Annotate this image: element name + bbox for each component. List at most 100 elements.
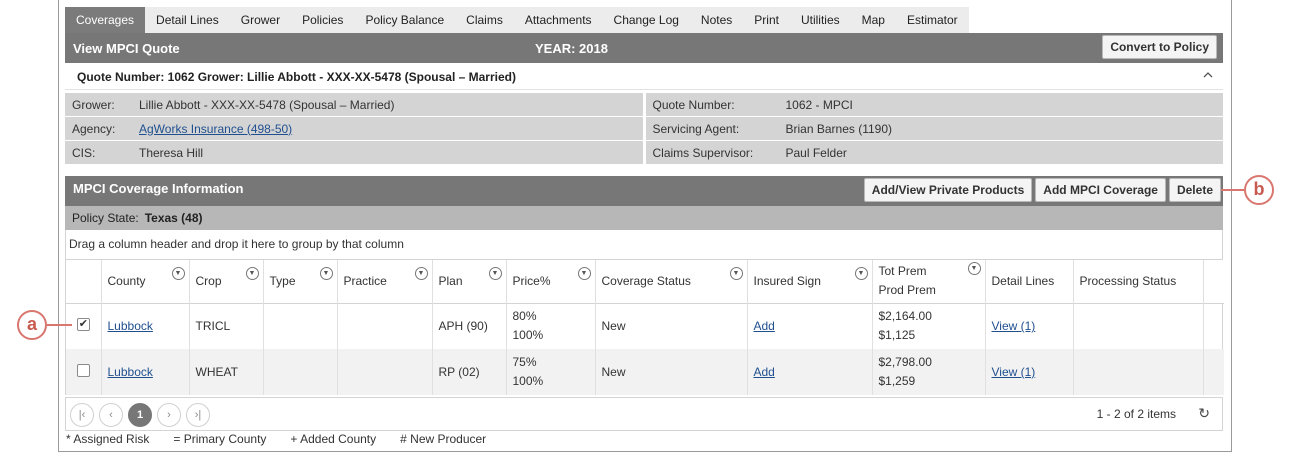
agency-field: Agency: AgWorks Insurance (498-50) — [65, 117, 643, 141]
filter-icon[interactable]: ▼ — [854, 267, 868, 281]
items-count: 1 - 2 of 2 items — [1096, 407, 1176, 421]
column-header-coverage-status[interactable]: Coverage Status ▼ — [594, 260, 747, 303]
add-view-private-products-button[interactable]: Add/View Private Products — [863, 178, 1033, 202]
tab-estimator[interactable]: Estimator — [896, 7, 969, 33]
coverage-header: MPCI Coverage Information Add/View Priva… — [65, 176, 1223, 206]
coverage-status-cell: New — [594, 349, 747, 395]
grower-value: Lillie Abbott - XXX-XX-5478 (Spousal – M… — [139, 97, 395, 112]
prev-page-icon[interactable]: ‹ — [99, 403, 123, 427]
select-column-header — [66, 260, 101, 303]
grower-label: Grower: — [72, 97, 115, 112]
year-label: YEAR: 2018 — [535, 41, 608, 56]
table-row[interactable]: Lubbock WHEAT RP (02) 75% 100% New Add $2… — [66, 349, 1224, 395]
scrollbar-gutter — [1202, 260, 1224, 303]
crop-cell: WHEAT — [188, 349, 263, 395]
column-header-insured-sign[interactable]: Insured Sign ▼ — [746, 260, 872, 303]
processing-status-cell — [1072, 349, 1203, 395]
callout-a-line — [47, 324, 72, 326]
legend: * Assigned Risk = Primary County + Added… — [66, 432, 510, 446]
policy-state-value: Texas (48) — [144, 211, 203, 225]
column-header-crop[interactable]: Crop ▼ — [188, 260, 263, 303]
callout-b: b — [1244, 175, 1274, 205]
policy-state-label: Policy State: — [72, 211, 139, 225]
price-cell: 80% 100% — [505, 303, 595, 349]
county-link[interactable]: Lubbock — [108, 319, 153, 333]
group-drop-zone[interactable]: Drag a column header and drop it here to… — [65, 230, 1223, 260]
plan-cell: RP (02) — [431, 349, 506, 395]
quote-summary-bar[interactable]: Quote Number: 1062 Grower: Lillie Abbott… — [65, 63, 1223, 90]
county-link[interactable]: Lubbock — [108, 365, 153, 379]
filter-icon[interactable]: ▼ — [245, 267, 259, 281]
filter-icon[interactable]: ▼ — [967, 262, 981, 276]
column-header-plan[interactable]: Plan ▼ — [431, 260, 506, 303]
tab-detail-lines[interactable]: Detail Lines — [145, 7, 230, 33]
tab-coverages[interactable]: Coverages — [65, 7, 146, 33]
tab-policy-balance[interactable]: Policy Balance — [354, 7, 455, 33]
column-header-premium[interactable]: Tot Prem Prod Prem ▼ — [871, 260, 985, 303]
grower-field: Grower: Lillie Abbott - XXX-XX-5478 (Spo… — [65, 93, 643, 117]
callout-b-line — [1221, 189, 1245, 191]
tab-map[interactable]: Map — [851, 7, 896, 33]
cis-label: CIS: — [72, 145, 96, 160]
chevron-up-icon[interactable] — [1203, 68, 1213, 82]
refresh-icon[interactable]: ↻ — [1198, 405, 1210, 422]
column-header-practice[interactable]: Practice ▼ — [336, 260, 432, 303]
crop-cell: TRICL — [188, 303, 263, 349]
tab-change-log[interactable]: Change Log — [603, 7, 690, 33]
claims-supervisor-label: Claims Supervisor: — [652, 145, 754, 160]
filter-icon[interactable]: ▼ — [577, 267, 591, 281]
legend-added-county: + Added County — [290, 432, 377, 446]
legend-new-producer: # New Producer — [400, 432, 487, 446]
page-title: View MPCI Quote — [73, 41, 180, 56]
claims-supervisor-value: Paul Felder — [785, 145, 847, 160]
premium-cell: $2,164.00 $1,125 — [871, 303, 985, 349]
quote-panel: Coverages Detail Lines Grower Policies P… — [58, 0, 1232, 452]
agency-link[interactable]: AgWorks Insurance (498-50) — [139, 122, 292, 136]
grid-header-row: County ▼ Crop ▼ Type ▼ Practice ▼ Plan ▼ Pric… — [66, 260, 1224, 303]
insured-sign-add-link[interactable]: Add — [754, 365, 775, 379]
add-mpci-coverage-button[interactable]: Add MPCI Coverage — [1035, 178, 1166, 202]
table-row[interactable]: Lubbock TRICL APH (90) 80%100% New Add $… — [66, 303, 1224, 349]
convert-to-policy-button[interactable]: Convert to Policy — [1102, 35, 1217, 59]
filter-icon[interactable]: ▼ — [488, 267, 502, 281]
processing-status-cell — [1072, 303, 1203, 349]
filter-icon[interactable]: ▼ — [414, 267, 428, 281]
tab-utilities[interactable]: Utilities — [790, 7, 851, 33]
last-page-icon[interactable]: ›| — [186, 403, 210, 427]
filter-icon[interactable]: ▼ — [319, 267, 333, 281]
column-header-type[interactable]: Type ▼ — [262, 260, 337, 303]
quote-info-grid: Grower: Lillie Abbott - XXX-XX-5478 (Spo… — [65, 93, 1223, 165]
column-header-processing-status[interactable]: Processing Status — [1072, 260, 1203, 303]
next-page-icon[interactable]: › — [157, 403, 181, 427]
detail-lines-view-link[interactable]: View (1) — [992, 365, 1036, 379]
tab-policies[interactable]: Policies — [291, 7, 354, 33]
coverage-title: MPCI Coverage Information — [73, 181, 244, 196]
practice-cell — [336, 303, 432, 349]
tab-print[interactable]: Print — [743, 7, 790, 33]
column-header-county[interactable]: County ▼ — [100, 260, 189, 303]
cis-field: CIS: Theresa Hill — [65, 141, 643, 165]
row-checkbox[interactable] — [76, 364, 90, 377]
filter-icon[interactable]: ▼ — [171, 267, 185, 281]
column-header-price[interactable]: Price% ▼ — [505, 260, 595, 303]
servicing-agent-field: Servicing Agent: Brian Barnes (1190) — [645, 117, 1223, 141]
policy-state-bar: Policy State: Texas (48) — [65, 206, 1223, 230]
detail-lines-view-link[interactable]: View (1) — [992, 319, 1036, 333]
practice-cell — [336, 349, 432, 395]
current-page-button[interactable]: 1 — [128, 403, 152, 427]
tab-claims[interactable]: Claims — [455, 7, 514, 33]
tab-notes[interactable]: Notes — [690, 7, 743, 33]
tab-bar: Coverages Detail Lines Grower Policies P… — [65, 7, 969, 33]
first-page-icon[interactable]: |‹ — [70, 403, 94, 427]
tab-grower[interactable]: Grower — [230, 7, 291, 33]
column-header-detail-lines[interactable]: Detail Lines — [984, 260, 1073, 303]
coverage-grid: County ▼ Crop ▼ Type ▼ Practice ▼ Plan ▼ Pric… — [65, 260, 1224, 395]
delete-button[interactable]: Delete — [1168, 178, 1221, 202]
row-checkbox[interactable] — [76, 317, 90, 332]
price-cell: 75% 100% — [505, 349, 595, 395]
insured-sign-add-link[interactable]: Add — [754, 319, 775, 333]
servicing-agent-value: Brian Barnes (1190) — [785, 121, 893, 136]
tab-attachments[interactable]: Attachments — [514, 7, 603, 33]
filter-icon[interactable]: ▼ — [729, 267, 743, 281]
quote-number-field: Quote Number: 1062 - MPCI — [645, 93, 1223, 117]
